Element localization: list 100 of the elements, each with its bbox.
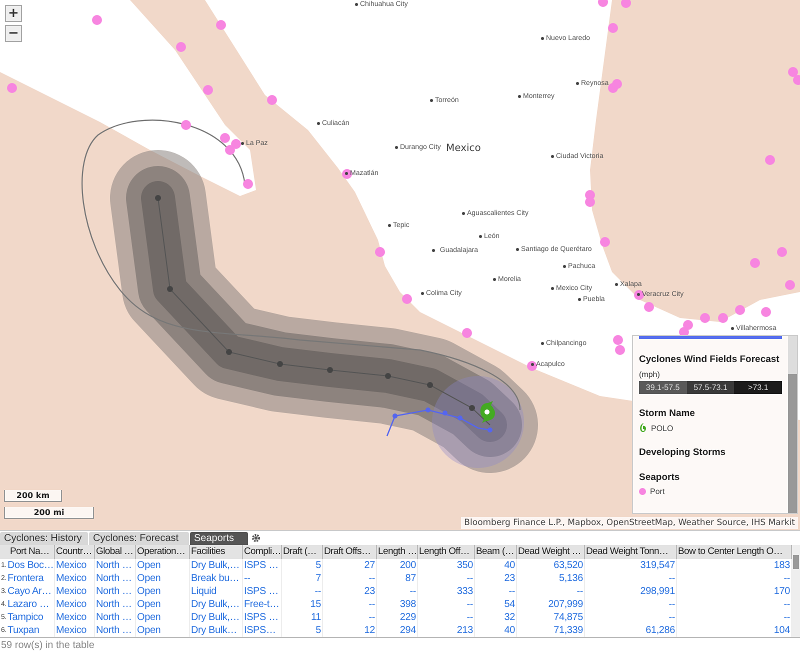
city-dot (518, 95, 521, 98)
seaport-marker[interactable] (608, 23, 618, 33)
table-cell: 294 (377, 624, 418, 637)
table-cell: 63,520 (517, 559, 585, 572)
seaport-marker[interactable] (793, 75, 800, 85)
settings-icon[interactable] (251, 533, 261, 543)
column-header[interactable]: Dead Weight Tonn… (585, 545, 677, 559)
port-name-link[interactable]: Tuxpan (7, 624, 40, 637)
seaport-marker[interactable] (735, 305, 745, 315)
port-name-link[interactable]: Dos Boc… (7, 559, 54, 572)
table-cell: North … (95, 611, 136, 624)
seaport-marker[interactable] (765, 155, 775, 165)
port-name-link[interactable]: Tampico (7, 611, 44, 624)
column-header[interactable]: Port Na… (0, 545, 55, 559)
seaport-marker[interactable] (203, 85, 213, 95)
table-cell: -- (418, 611, 475, 624)
seaport-marker[interactable] (785, 280, 795, 290)
seaport-marker[interactable] (402, 294, 412, 304)
seaport-marker[interactable] (231, 139, 241, 149)
seaport-marker[interactable] (585, 197, 595, 207)
column-header[interactable]: Draft Offs… (323, 545, 377, 559)
port-name-link[interactable]: Frontera (7, 572, 44, 585)
column-header[interactable]: Dead Weight … (517, 545, 585, 559)
scrollbar[interactable] (792, 545, 800, 637)
table-cell: 54 (475, 598, 517, 611)
scale-bar: 200 mi (4, 507, 94, 519)
port-label: Port (650, 487, 665, 496)
wind-band-swatch: 57.5-73.1 (686, 381, 734, 394)
city-dot (637, 293, 640, 296)
seaport-marker[interactable] (598, 0, 608, 7)
tab[interactable]: Seaports (190, 532, 248, 545)
seaport-marker[interactable] (718, 313, 728, 323)
column-header[interactable]: Global … (95, 545, 136, 559)
scrollbar[interactable] (788, 336, 797, 513)
city-dot (551, 287, 554, 290)
table-cell: North … (95, 585, 136, 598)
seaport-marker[interactable] (375, 247, 385, 257)
port-name-link[interactable]: Cayo Ar… (7, 585, 52, 598)
zoom-out-button[interactable]: − (5, 25, 22, 42)
table-cell: 333 (418, 585, 475, 598)
column-header[interactable]: Operation… (136, 545, 190, 559)
seaport-marker[interactable] (750, 258, 760, 268)
table-cell: 23 (475, 572, 517, 585)
seaport-marker[interactable] (700, 313, 710, 323)
seaport-marker[interactable] (220, 133, 230, 143)
seaport-marker[interactable] (462, 328, 472, 338)
table-cell: -- (418, 572, 475, 585)
table-cell: 229 (377, 611, 418, 624)
column-header[interactable]: Beam (… (475, 545, 517, 559)
table-cell: North … (95, 572, 136, 585)
seaport-marker[interactable] (777, 247, 787, 257)
table-cell: Mexico (55, 572, 95, 585)
table-cell: -- (323, 572, 377, 585)
table-cell: North … (95, 598, 136, 611)
table-cell: Mexico (55, 598, 95, 611)
seaport-marker[interactable] (788, 67, 798, 77)
seaport-marker[interactable] (600, 237, 610, 247)
table-cell: ISPS … (243, 611, 282, 624)
seaport-marker[interactable] (225, 145, 235, 155)
column-header[interactable]: Length … (377, 545, 418, 559)
seaport-marker[interactable] (342, 169, 352, 179)
column-header[interactable]: Compli… (243, 545, 282, 559)
column-header[interactable]: Countr… (55, 545, 95, 559)
table-cell: -- (585, 611, 677, 624)
table-cell: 23 (323, 585, 377, 598)
wind-band-swatch: >73.1 (734, 381, 782, 394)
port-name-link[interactable]: Lazaro … (7, 598, 50, 611)
table-cell: ISPS… (243, 624, 282, 637)
seaport-marker[interactable] (644, 302, 654, 312)
seaport-marker[interactable] (634, 290, 644, 300)
wind-band-swatch: 39.1-57.5 (639, 381, 687, 394)
seaport-marker[interactable] (527, 361, 537, 371)
seaport-marker[interactable] (7, 83, 17, 93)
zoom-in-button[interactable]: + (5, 5, 22, 22)
tab[interactable]: Cyclones: History (0, 532, 88, 545)
attribution-text: Bloomberg Finance L.P., Mapbox, OpenStreetMap, Weather Source, IHS Markit (461, 517, 798, 529)
seaport-marker[interactable] (615, 345, 625, 355)
seaport-marker[interactable] (176, 42, 186, 52)
table-cell: Mexico (55, 559, 95, 572)
seaport-marker[interactable] (181, 120, 191, 130)
seaport-marker[interactable] (761, 307, 771, 317)
table-cell: -- (475, 585, 517, 598)
seaport-marker[interactable] (613, 335, 623, 345)
table-cell: Open (136, 598, 190, 611)
table-cell: 5 (282, 559, 323, 572)
table-cell: -- (282, 585, 323, 598)
tab[interactable]: Cyclones: Forecast (89, 532, 189, 545)
seaport-marker[interactable] (243, 179, 253, 189)
column-header[interactable]: Facilities (190, 545, 243, 559)
table-cell: 7 (282, 572, 323, 585)
table-cell: 40 (475, 624, 517, 637)
seaport-marker[interactable] (612, 79, 622, 89)
seaport-marker[interactable] (267, 95, 277, 105)
column-header[interactable]: Draft (… (282, 545, 323, 559)
seaport-marker[interactable] (621, 0, 631, 8)
column-header[interactable]: Length Off… (418, 545, 475, 559)
city-dot (541, 37, 544, 40)
seaport-marker[interactable] (216, 20, 226, 30)
table-cell: Open (136, 611, 190, 624)
seaport-marker[interactable] (92, 15, 102, 25)
